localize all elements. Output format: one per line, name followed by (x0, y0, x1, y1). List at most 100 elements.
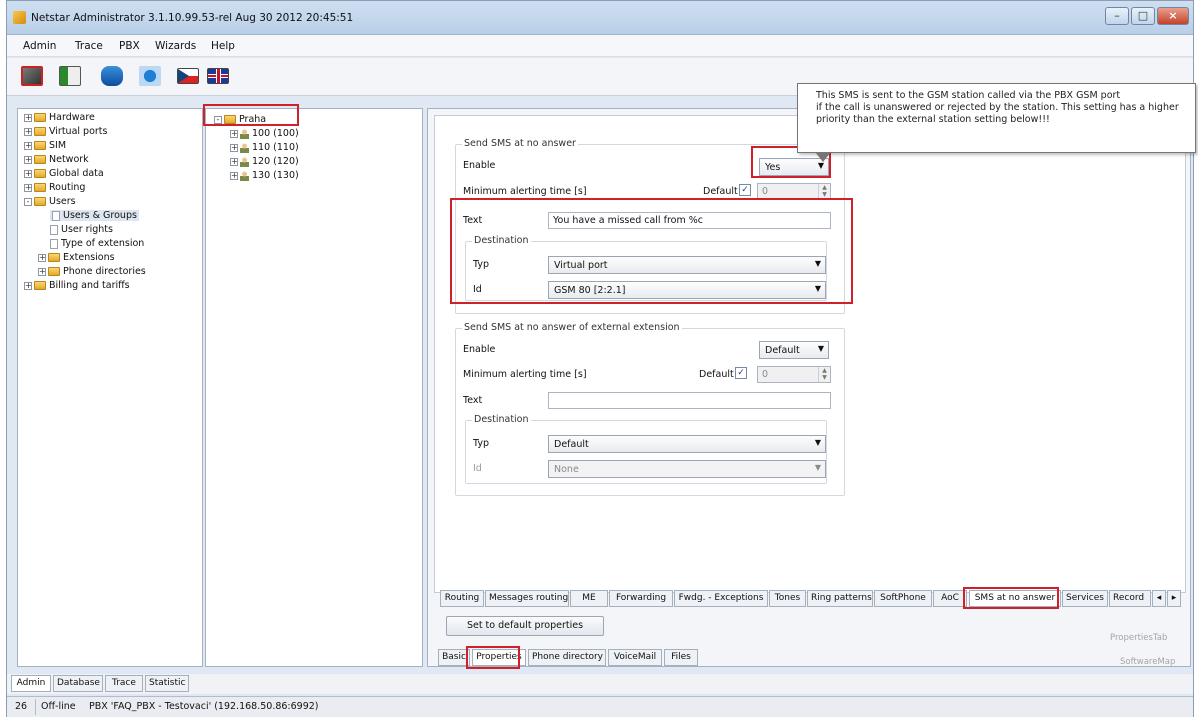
sms-settings-page: Send SMS at no answer Enable Yes ▼ Minimu… (434, 115, 1186, 593)
tab-softphone[interactable]: SoftPhone (874, 590, 932, 607)
tab-statistic[interactable]: Statistic (145, 675, 189, 692)
external-typ-select[interactable]: Default ▼ (548, 435, 826, 453)
tooltip-line-2: if the call is unanswered or rejected by… (816, 102, 1179, 113)
status-bar: 26 Off-line PBX 'FAQ_PBX - Testovaci' (1… (7, 696, 1193, 717)
expand-icon[interactable]: + (230, 143, 238, 152)
uk-flag-icon[interactable] (207, 68, 229, 84)
maximize-button[interactable]: □ (1131, 7, 1155, 25)
tree-phone-directories[interactable]: + Phone directories (38, 266, 146, 277)
tree-extensions[interactable]: + Extensions (38, 252, 115, 263)
tab-me[interactable]: ME (570, 590, 608, 607)
tab-forwarding[interactable]: Forwarding (609, 590, 673, 607)
default-checkbox[interactable]: ✓ (739, 184, 751, 196)
refresh-icon[interactable] (139, 66, 161, 86)
tab-aoc[interactable]: AoC (933, 590, 967, 607)
spinner-icon[interactable]: ▲ ▼ (818, 184, 830, 199)
connect-flag-icon[interactable] (59, 66, 81, 86)
user-icon (240, 142, 249, 153)
tab-files[interactable]: Files (664, 649, 698, 666)
tab-voicemail[interactable]: VoiceMail (608, 649, 662, 666)
tab-messages-routing[interactable]: Messages routing (485, 590, 569, 607)
external-default-checkbox[interactable]: ✓ (735, 367, 747, 379)
document-icon (50, 238, 58, 249)
menu-pbx[interactable]: PBX (119, 40, 140, 52)
tab-database[interactable]: Database (53, 675, 103, 692)
external-min-alerting-input[interactable]: 0 ▲ ▼ (757, 366, 831, 383)
open-folder-icon (34, 197, 46, 206)
document-icon (50, 224, 58, 235)
bottom-tabs: Admin Database Trace Statistic (7, 674, 1193, 694)
tree-extension-130[interactable]: +130 (130) (230, 170, 299, 181)
expand-icon[interactable]: + (24, 183, 32, 192)
menu-bar: Admin Trace PBX Wizards Help (7, 35, 1193, 57)
expand-icon[interactable]: + (230, 157, 238, 166)
tab-trace[interactable]: Trace (105, 675, 143, 692)
expand-icon[interactable]: + (24, 141, 32, 150)
tree-billing-and-tariffs[interactable]: + Billing and tariffs (24, 280, 130, 291)
tab-routing[interactable]: Routing (440, 590, 484, 607)
expand-icon[interactable]: + (24, 155, 32, 164)
tree-extension-110[interactable]: +110 (110) (230, 142, 299, 153)
menu-trace[interactable]: Trace (75, 40, 103, 52)
user-icon (240, 156, 249, 167)
expand-icon[interactable]: + (230, 171, 238, 180)
expand-icon[interactable]: + (24, 281, 32, 290)
tooltip-line-1: This SMS is sent to the GSM station call… (816, 90, 1121, 101)
tree-extension-100[interactable]: +100 (100) (230, 128, 299, 139)
expand-icon[interactable]: + (38, 267, 46, 276)
expand-icon[interactable]: + (24, 127, 32, 136)
tree-hardware[interactable]: + Hardware (24, 112, 95, 123)
folder-icon (34, 281, 46, 290)
expand-icon[interactable]: + (230, 129, 238, 138)
tree-type-of-extension[interactable]: Type of extension (50, 238, 144, 249)
expand-icon[interactable]: + (24, 169, 32, 178)
collapse-icon[interactable]: - (24, 197, 32, 206)
external-min-alerting-label: Minimum alerting time [s] (463, 369, 587, 380)
tree-extension-120[interactable]: +120 (120) (230, 156, 299, 167)
tree-users-groups[interactable]: Users & Groups (50, 210, 139, 221)
app-icon (13, 11, 26, 24)
menu-help[interactable]: Help (211, 40, 235, 52)
spinner-icon[interactable]: ▲ ▼ (818, 367, 830, 382)
tab-record[interactable]: Record (1109, 590, 1151, 607)
tree-users[interactable]: - Users (24, 196, 76, 207)
info-tooltip: This SMS is sent to the GSM station call… (797, 83, 1196, 153)
title-bar[interactable]: Netstar Administrator 3.1.10.99.53-rel A… (7, 1, 1193, 35)
tab-scroll-left-button[interactable]: ◂ (1152, 590, 1166, 607)
tab-admin[interactable]: Admin (11, 675, 51, 692)
tab-fwdg-exceptions[interactable]: Fwdg. - Exceptions (674, 590, 768, 607)
external-enable-select[interactable]: Default ▼ (759, 341, 829, 359)
status-count: 26 (15, 701, 28, 712)
tab-ring-patterns[interactable]: Ring patterns (807, 590, 873, 607)
external-sms-text-input[interactable] (548, 392, 831, 409)
tree-sim[interactable]: + SIM (24, 140, 66, 151)
sms-tab-highlight (963, 587, 1059, 609)
folder-icon (48, 253, 60, 262)
tree-user-rights[interactable]: User rights (50, 224, 113, 235)
minimize-button[interactable]: – (1105, 7, 1129, 25)
czech-flag-icon[interactable] (177, 68, 199, 84)
tooltip-pointer (815, 152, 831, 162)
disconnect-icon[interactable] (21, 66, 43, 86)
sms-no-answer-title: Send SMS at no answer (462, 138, 578, 149)
default-label: Default (703, 186, 738, 197)
enable-label: Enable (463, 160, 496, 171)
min-alerting-label: Minimum alerting time [s] (463, 186, 587, 197)
tree-global-data[interactable]: + Global data (24, 168, 104, 179)
tab-scroll-right-button[interactable]: ▸ (1167, 590, 1181, 607)
tab-services[interactable]: Services (1062, 590, 1108, 607)
tab-phone-directory[interactable]: Phone directory (528, 649, 606, 666)
set-default-properties-button[interactable]: Set to default properties (446, 616, 604, 636)
menu-wizards[interactable]: Wizards (155, 40, 196, 52)
tab-tones[interactable]: Tones (769, 590, 806, 607)
expand-icon[interactable]: + (24, 113, 32, 122)
tree-virtual-ports[interactable]: + Virtual ports (24, 126, 107, 137)
tree-network[interactable]: + Network (24, 154, 89, 165)
tree-routing[interactable]: + Routing (24, 182, 85, 193)
folder-icon (34, 155, 46, 164)
menu-admin[interactable]: Admin (23, 40, 56, 52)
text-destination-highlight (450, 198, 853, 304)
close-button[interactable]: × (1157, 7, 1189, 25)
database-icon[interactable] (101, 66, 123, 86)
expand-icon[interactable]: + (38, 253, 46, 262)
